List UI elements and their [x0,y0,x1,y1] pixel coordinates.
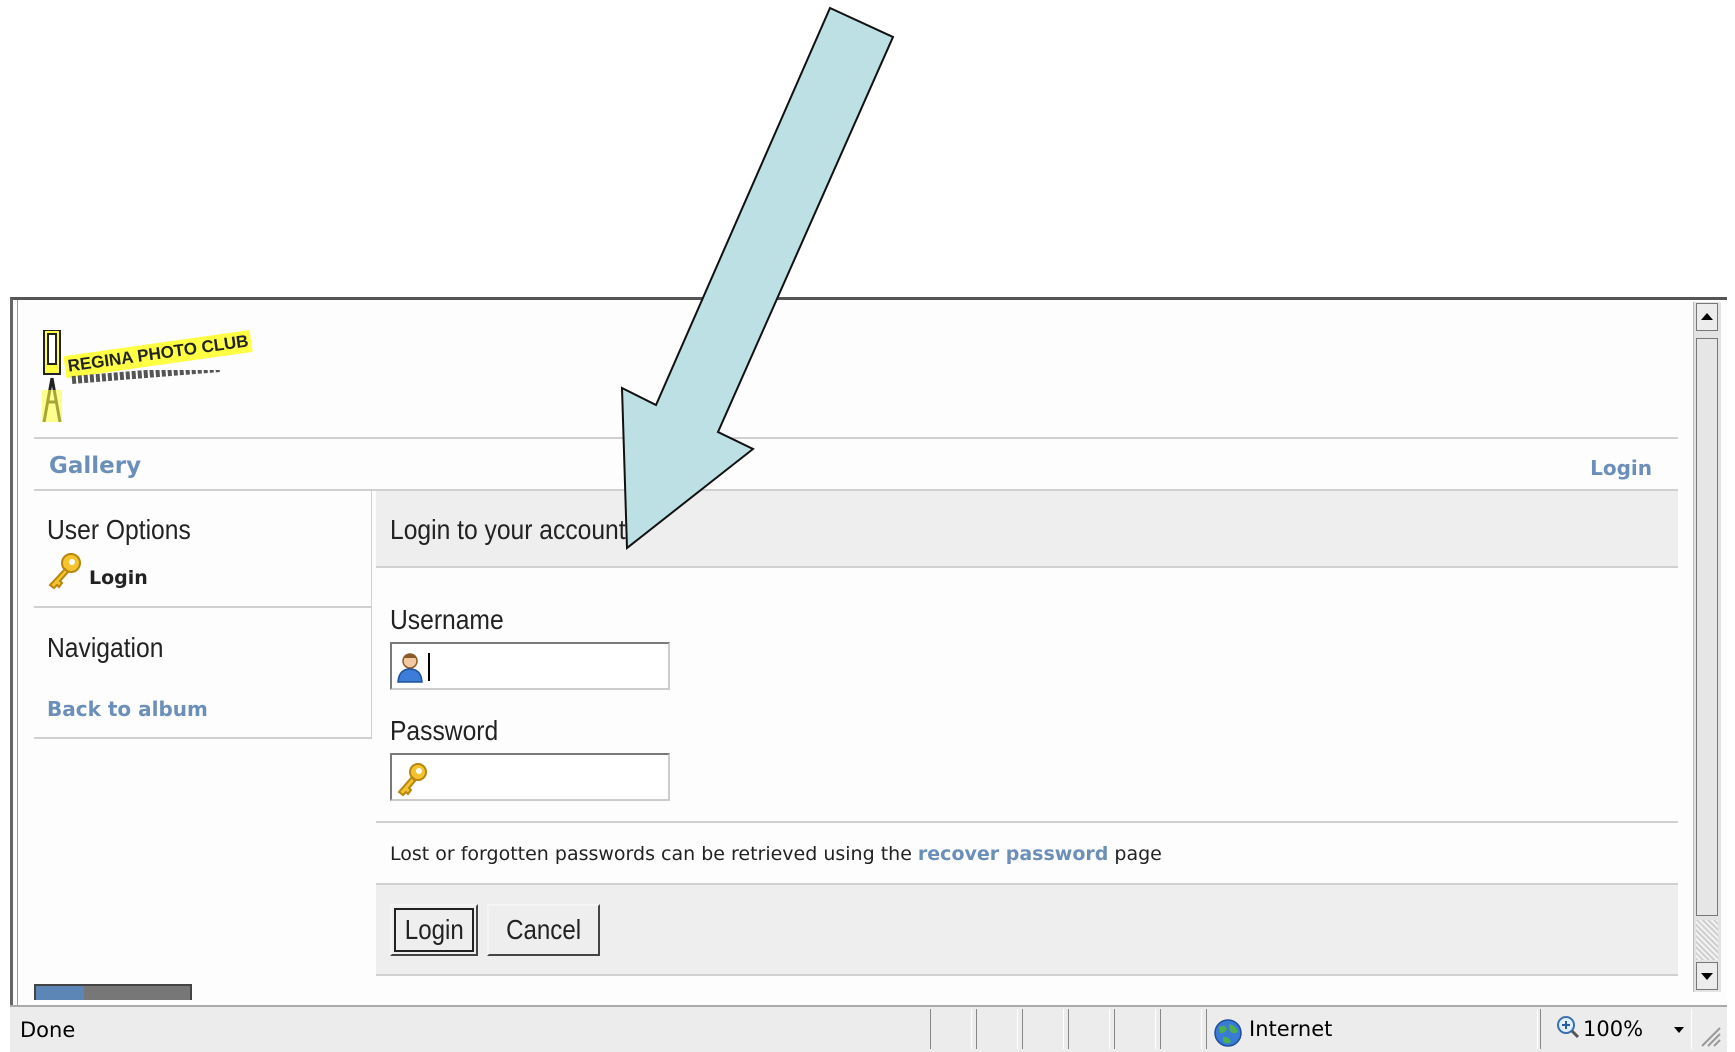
down-arrow-annotation [620,6,895,551]
